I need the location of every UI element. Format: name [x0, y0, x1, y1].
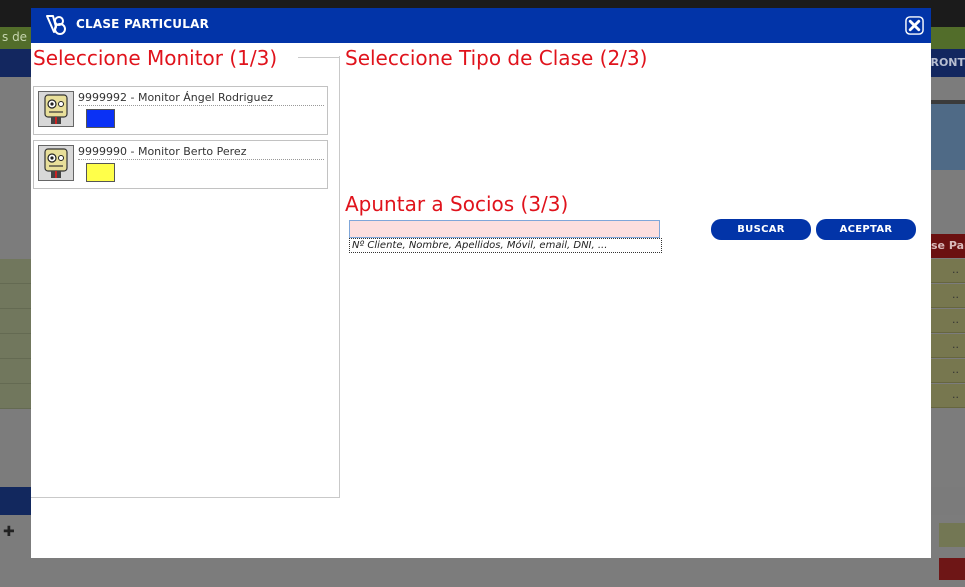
background-box: [939, 558, 965, 580]
background-row: [0, 359, 31, 384]
background-row-right: ..: [931, 384, 965, 408]
background-row-right: ..: [931, 259, 965, 283]
background-row-right: ..: [931, 334, 965, 358]
background-right-bar: [931, 487, 965, 515]
monitor-label: 9999990 - Monitor Berto Perez: [78, 145, 324, 160]
background-banner: [931, 100, 965, 170]
step3-title: Apuntar a Socios (3/3): [345, 192, 569, 216]
background-row-right: ..: [931, 284, 965, 308]
background-box: [939, 523, 965, 547]
title-divider: [298, 57, 339, 58]
background-row: [0, 309, 31, 334]
background-left-bar: [0, 487, 31, 515]
step1-title: Seleccione Monitor (1/3): [33, 46, 278, 70]
monitor-avatar: [38, 91, 74, 127]
background-row-right: ..: [931, 359, 965, 383]
clase-particular-dialog: CLASE PARTICULAR Seleccione Monitor (1/3…: [31, 8, 931, 558]
app-logo-icon: [46, 15, 66, 35]
plus-icon: ✚: [3, 524, 15, 540]
step2-title: Seleccione Tipo de Clase (2/3): [345, 46, 648, 70]
background-row-right: ..: [931, 309, 965, 333]
buscar-button[interactable]: BUSCAR: [711, 219, 811, 240]
monitor-card[interactable]: 9999990 - Monitor Berto Perez: [33, 140, 328, 189]
monitor-color-swatch: [86, 109, 115, 128]
background-row: [0, 284, 31, 309]
socio-search-input[interactable]: [349, 220, 660, 238]
search-hint: Nº Cliente, Nombre, Apellidos, Móvil, em…: [349, 238, 662, 253]
background-row: [0, 334, 31, 359]
background-red-label: se Par: [931, 234, 965, 258]
close-icon[interactable]: [905, 16, 924, 35]
background-row: [0, 384, 31, 409]
monitor-label: 9999992 - Monitor Ángel Rodriguez: [78, 91, 324, 106]
monitor-card[interactable]: 9999992 - Monitor Ángel Rodriguez: [33, 86, 328, 135]
dialog-title: CLASE PARTICULAR: [76, 17, 210, 31]
avatar-icon: [39, 92, 73, 126]
dialog-header: CLASE PARTICULAR: [31, 8, 931, 43]
monitor-avatar: [38, 145, 74, 181]
aceptar-button[interactable]: ACEPTAR: [816, 219, 916, 240]
avatar-icon: [39, 146, 73, 180]
background-row: [0, 259, 31, 284]
monitor-color-swatch: [86, 163, 115, 182]
